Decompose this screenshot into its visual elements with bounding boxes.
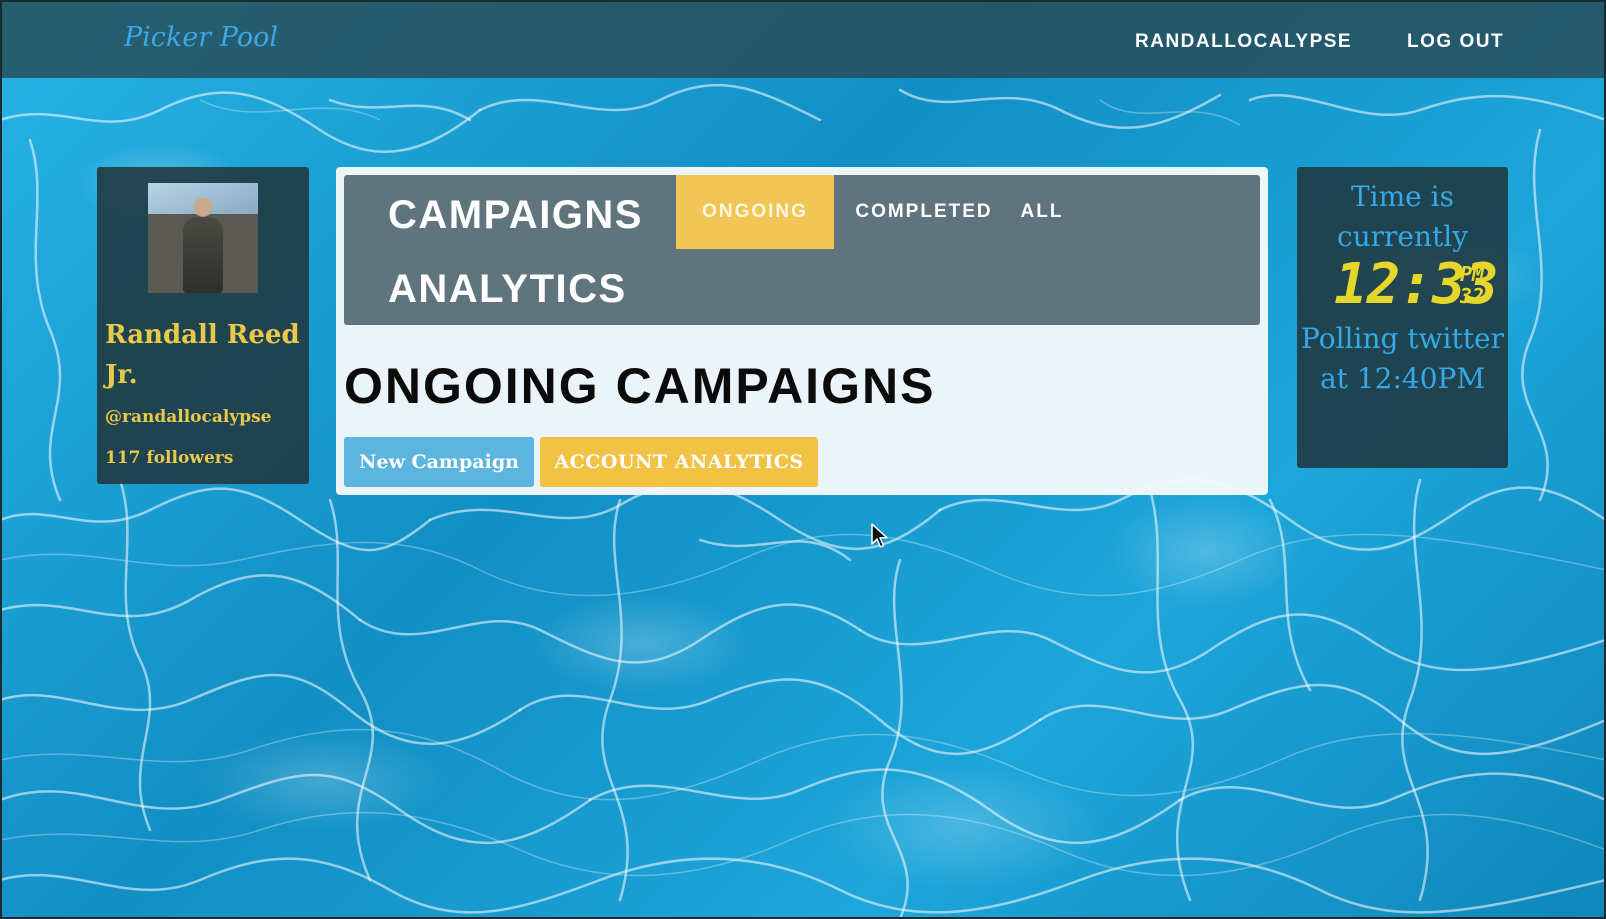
avatar-figure	[183, 217, 223, 293]
page-title: ONGOING CAMPAIGNS	[344, 358, 936, 414]
tab-ongoing[interactable]: ONGOING	[676, 175, 834, 249]
tab-completed[interactable]: COMPLETED	[849, 175, 999, 249]
profile-followers: 117 followers	[105, 448, 234, 468]
tab-heading-analytics[interactable]: ANALYTICS	[388, 267, 627, 312]
mouse-pointer-icon	[871, 523, 888, 548]
campaigns-panel: CAMPAIGNS ONGOING COMPLETED ALL ANALYTIC…	[336, 167, 1268, 495]
polling-status: Polling twitter at 12:40PM	[1301, 322, 1504, 395]
tab-bar: CAMPAIGNS ONGOING COMPLETED ALL ANALYTIC…	[344, 175, 1260, 325]
top-navbar: Picker Pool RANDALLOCALYPSE LOG OUT	[2, 2, 1604, 78]
nav-logout-link[interactable]: LOG OUT	[1407, 31, 1504, 53]
new-campaign-button[interactable]: New Campaign	[344, 437, 534, 487]
profile-handle: @randallocalypse	[105, 407, 272, 427]
account-analytics-button[interactable]: ACCOUNT ANALYTICS	[540, 437, 818, 487]
clock-ampm: PM	[1460, 262, 1485, 286]
tab-heading-campaigns[interactable]: CAMPAIGNS	[388, 193, 643, 238]
profile-card: Randall Reed Jr. @randallocalypse 117 fo…	[97, 167, 309, 484]
brand-logo-link[interactable]: Picker Pool	[124, 22, 278, 53]
tab-all[interactable]: ALL	[1012, 175, 1072, 249]
clock-panel: Time is currently 12:33 PM 32 Polling tw…	[1297, 167, 1508, 468]
avatar	[148, 183, 258, 293]
clock-label: Time is currently	[1336, 180, 1469, 253]
nav-user-link[interactable]: RANDALLOCALYPSE	[1135, 31, 1352, 53]
clock-seconds: 32	[1460, 284, 1485, 308]
profile-name: Randall Reed Jr.	[105, 320, 300, 390]
